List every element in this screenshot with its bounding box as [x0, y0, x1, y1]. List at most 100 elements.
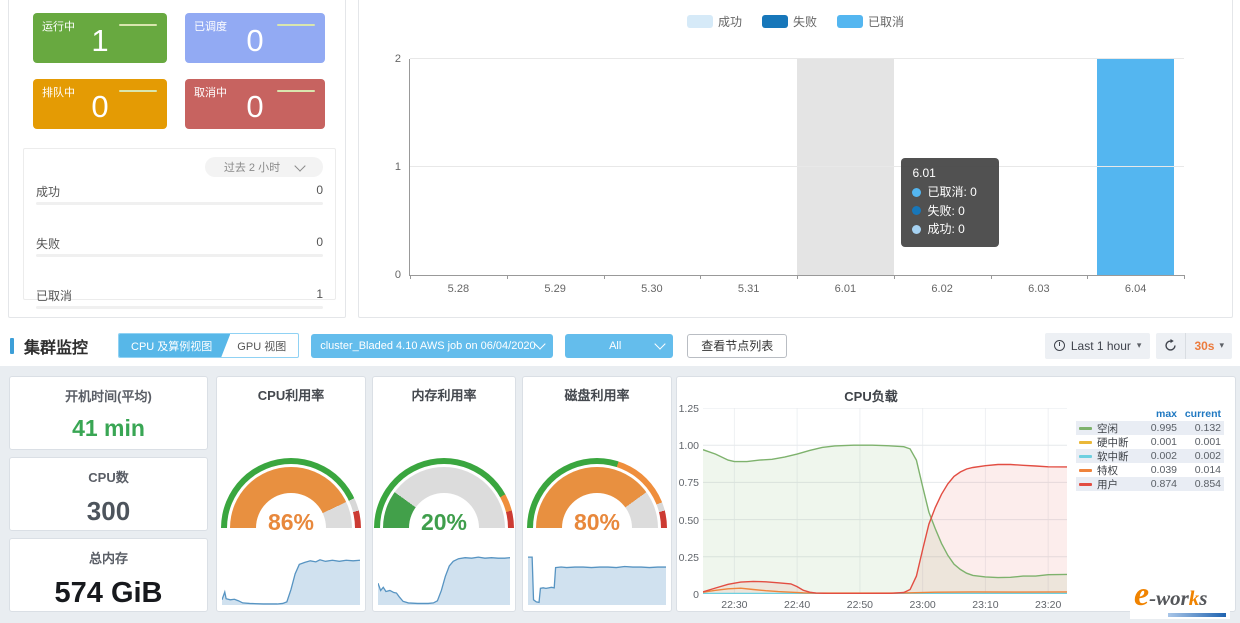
logo-letter-e: e — [1134, 576, 1149, 613]
x-axis-label: 22:50 — [847, 599, 873, 611]
summary-row-value: 0 — [316, 183, 323, 197]
refresh-controls: 30s ▾ — [1156, 333, 1232, 359]
chevron-down-icon — [294, 160, 305, 171]
legend-swatch — [1079, 455, 1092, 458]
axis-tick — [1184, 275, 1185, 279]
chart-column: 6.01 — [797, 59, 894, 275]
legend-swatch — [1079, 441, 1092, 444]
summary-row-divider — [36, 254, 323, 257]
legend-current-value: 0.854 — [1177, 478, 1221, 490]
legend-swatch — [1079, 483, 1092, 486]
chart-column: 5.28 — [410, 59, 507, 275]
job-select-dropdown[interactable]: cluster_Bladed 4.10 AWS job on 06/04/202… — [311, 334, 553, 358]
tooltip-row: 失败: 0 — [912, 202, 988, 221]
refresh-icon — [1164, 339, 1177, 352]
legend-row[interactable]: 用户0.8740.854 — [1076, 477, 1224, 491]
gauge-title: 内存利用率 — [373, 385, 515, 404]
job-summary-row: 成功 0 — [36, 183, 323, 209]
legend-col-current: current — [1177, 408, 1221, 420]
time-range-label: Last 1 hour — [1071, 339, 1131, 353]
legend-max-value: 0.002 — [1133, 450, 1177, 462]
legend-max-value: 0.039 — [1133, 464, 1177, 476]
node-filter-dropdown[interactable]: All — [565, 334, 673, 358]
cpu-load-chart: 00.250.500.751.001.25 22:3022:4022:5023:… — [703, 408, 1067, 594]
refresh-interval-dropdown[interactable]: 30s ▾ — [1185, 333, 1232, 359]
legend-label: 成功 — [718, 13, 742, 30]
axis-tick — [991, 275, 992, 279]
x-axis-label: 6.04 — [1087, 283, 1184, 295]
job-stat-value: 0 — [185, 89, 325, 125]
tooltip-text: 已取消: 0 — [927, 183, 976, 202]
grafana-section: 开机时间(平均)41 minCPU数300总内存574 GiB CPU利用率 8… — [0, 366, 1240, 623]
node-filter-value: All — [574, 340, 656, 352]
summary-row-value: 1 — [316, 287, 323, 301]
x-axis-label: 5.29 — [507, 283, 604, 295]
refresh-button[interactable] — [1156, 333, 1185, 359]
summary-row-divider — [36, 202, 323, 205]
legend-item[interactable]: 已取消 — [837, 13, 904, 30]
y-axis-label: 2 — [395, 53, 401, 65]
legend-swatch — [687, 15, 713, 28]
stat-panel: 总内存574 GiB — [9, 538, 208, 612]
summary-row-divider — [36, 306, 323, 309]
tab-cpu-view[interactable]: CPU 及算例视图 — [119, 334, 230, 357]
legend-item[interactable]: 失败 — [762, 13, 817, 30]
chart-legend-table: maxcurrent空闲0.9950.132硬中断0.0010.001软中断0.… — [1076, 407, 1224, 491]
job-select-value: cluster_Bladed 4.10 AWS job on 06/04/202… — [320, 340, 536, 352]
chart-column: 5.29 — [507, 59, 604, 275]
summary-row-value: 0 — [316, 235, 323, 249]
job-stats-panel: 运行中1已调度0排队中0取消中0 过去 2 小时 成功0失败0已取消1 — [8, 0, 346, 318]
legend-current-value: 0.132 — [1177, 422, 1221, 434]
job-summary-row: 失败0 — [36, 235, 323, 261]
legend-row[interactable]: 空闲0.9950.132 — [1076, 421, 1224, 435]
legend-max-value: 0.874 — [1133, 478, 1177, 490]
legend-max-value: 0.001 — [1133, 436, 1177, 448]
job-summary-panel: 过去 2 小时 成功0失败0已取消1 — [23, 148, 336, 300]
legend-header: maxcurrent — [1076, 407, 1224, 421]
legend-current-value: 0.002 — [1177, 450, 1221, 462]
legend-row[interactable]: 特权0.0390.014 — [1076, 463, 1224, 477]
tab-gpu-view[interactable]: GPU 视图 — [225, 334, 298, 357]
tooltip-dot — [912, 225, 921, 234]
legend-row[interactable]: 硬中断0.0010.001 — [1076, 435, 1224, 449]
legend-label: 已取消 — [868, 13, 904, 30]
job-stat-value: 1 — [33, 23, 167, 59]
x-axis-label: 22:40 — [784, 599, 810, 611]
axis-tick — [700, 275, 701, 279]
y-axis-label: 0 — [693, 589, 699, 601]
chart-column: 6.04 — [1087, 59, 1184, 275]
cluster-monitor-toolbar: 集群监控 CPU 及算例视图GPU 视图 cluster_Bladed 4.10… — [0, 325, 1240, 366]
axis-tick — [894, 275, 895, 279]
axis-tick — [604, 275, 605, 279]
summary-row-label: 成功 — [36, 183, 60, 200]
view-node-list-button[interactable]: 查看节点列表 — [687, 334, 787, 358]
refresh-interval-value: 30s — [1194, 339, 1214, 353]
legend-item[interactable]: 成功 — [687, 13, 742, 30]
stat-title: 开机时间(平均) — [10, 386, 207, 405]
x-axis-label: 6.02 — [894, 283, 991, 295]
job-stat-value: 0 — [185, 23, 325, 59]
legend-swatch — [762, 15, 788, 28]
section-title-text: 集群监控 — [24, 334, 88, 358]
gridline — [410, 166, 1184, 167]
line-chart-canvas — [703, 408, 1067, 594]
y-axis-label: 1.00 — [679, 440, 699, 452]
chart-tooltip: 6.01已取消: 0失败: 0成功: 0 — [901, 158, 999, 246]
x-axis-label: 22:30 — [721, 599, 747, 611]
legend-swatch — [837, 15, 863, 28]
legend-row[interactable]: 软中断0.0020.002 — [1076, 449, 1224, 463]
logo-underline — [1168, 613, 1226, 617]
job-stat-cards: 运行中1已调度0排队中0取消中0 — [33, 13, 325, 129]
time-range-button[interactable]: Last 1 hour ▾ — [1045, 333, 1151, 359]
memory-usage-gauge-panel: 内存利用率 20% — [372, 376, 516, 612]
legend-series-name: 软中断 — [1079, 449, 1133, 464]
gauge-value: 20% — [374, 509, 514, 536]
job-summary-range-select[interactable]: 过去 2 小时 — [205, 157, 323, 177]
gauge-sparkline — [222, 553, 360, 605]
job-history-panel: 成功失败已取消 5.285.295.305.316.016.026.036.04… — [358, 0, 1233, 318]
legend-swatch — [1079, 427, 1092, 430]
stat-title: CPU数 — [10, 467, 207, 486]
chevron-down-icon — [655, 338, 666, 349]
job-stat-card: 已调度0 — [185, 13, 325, 63]
stat-value: 574 GiB — [10, 577, 207, 610]
